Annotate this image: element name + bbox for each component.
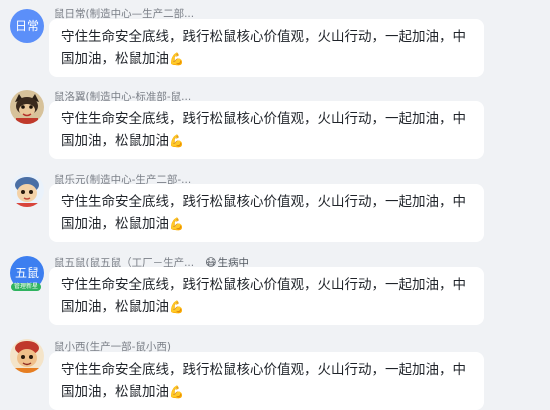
- chat-message-feed[interactable]: 日常 鼠日常(制造中心—生产二部... 守住生命安全底线，践行松鼠核心价值观，火…: [0, 0, 550, 410]
- message-text: 守住生命安全底线，践行松鼠核心价值观，火山行动，一起加油，中国加油，松鼠加油: [61, 29, 466, 67]
- avatar-badge: 管理新星: [11, 283, 42, 291]
- message-bubble[interactable]: 守住生命安全底线，践行松鼠核心价值观，火山行动，一起加油，中国加油，松鼠加油💪: [49, 267, 484, 325]
- message-bubble[interactable]: 守住生命安全底线，践行松鼠核心价值观，火山行动，一起加油，中国加油，松鼠加油💪: [49, 352, 484, 410]
- message-bubble[interactable]: 守住生命安全底线，践行松鼠核心价值观，火山行动，一起加油，中国加油，松鼠加油💪: [49, 101, 484, 159]
- avatar[interactable]: 日常: [10, 9, 44, 43]
- flexed-biceps-emoji: 💪: [169, 300, 184, 314]
- flexed-biceps-emoji: 💪: [169, 52, 184, 66]
- avatar[interactable]: [10, 90, 44, 124]
- flexed-biceps-emoji: 💪: [169, 217, 184, 231]
- flexed-biceps-emoji: 💪: [169, 134, 184, 148]
- avatar[interactable]: [10, 339, 44, 373]
- avatar-cartoon-icon: [10, 90, 44, 124]
- avatar-text: 日常: [14, 19, 39, 33]
- avatar-cartoon-icon: [10, 173, 44, 207]
- message-bubble[interactable]: 守住生命安全底线，践行松鼠核心价值观，火山行动，一起加油，中国加油，松鼠加油💪: [49, 184, 484, 242]
- message-text: 守住生命安全底线，践行松鼠核心价值观，火山行动，一起加油，中国加油，松鼠加油: [61, 194, 466, 232]
- avatar-cartoon-icon: [10, 339, 44, 373]
- avatar[interactable]: [10, 173, 44, 207]
- flexed-biceps-emoji: 💪: [169, 385, 184, 399]
- avatar-text: 五鼠: [14, 266, 39, 280]
- message-bubble[interactable]: 守住生命安全底线，践行松鼠核心价值观，火山行动，一起加油，中国加油，松鼠加油💪: [49, 19, 484, 77]
- message-text: 守住生命安全底线，践行松鼠核心价值观，火山行动，一起加油，中国加油，松鼠加油: [61, 277, 466, 315]
- message-text: 守住生命安全底线，践行松鼠核心价值观，火山行动，一起加油，中国加油，松鼠加油: [61, 362, 466, 400]
- message-text: 守住生命安全底线，践行松鼠核心价值观，火山行动，一起加油，中国加油，松鼠加油: [61, 111, 466, 149]
